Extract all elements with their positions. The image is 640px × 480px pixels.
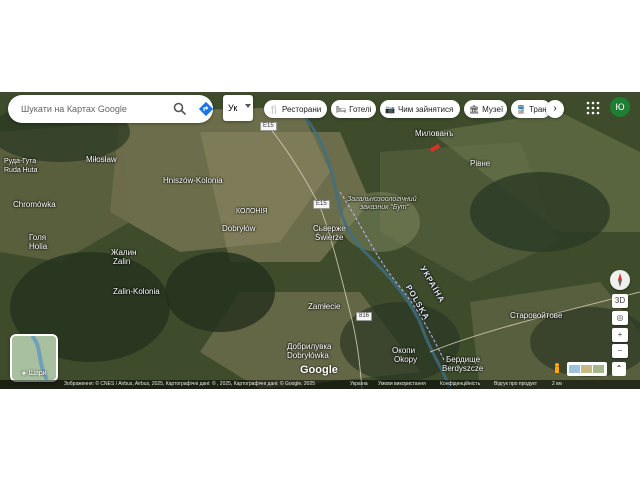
tilt-3d-button[interactable]: 3D bbox=[612, 294, 628, 308]
attribution-text: Зображення: © CNES / Airbus, Airbus, 202… bbox=[64, 381, 316, 387]
imagery-strip bbox=[569, 365, 604, 373]
feedback-link[interactable]: Відгук про продукт bbox=[494, 381, 537, 387]
road-shield: E15 bbox=[260, 122, 277, 131]
chip-restaurants[interactable]: 🍴 Ресторани bbox=[264, 100, 327, 118]
place-label[interactable]: Добрилувка bbox=[287, 342, 332, 351]
language-button[interactable]: Ук bbox=[223, 95, 253, 121]
place-label[interactable]: Zamłecie bbox=[308, 302, 340, 311]
place-label[interactable]: Голя bbox=[29, 233, 46, 242]
zoom-out-button[interactable]: − bbox=[612, 344, 628, 358]
zoom-in-button[interactable]: + bbox=[612, 328, 628, 342]
place-label[interactable]: Руда-Гута bbox=[4, 158, 36, 166]
chip-things-to-do[interactable]: 📷 Чим зайнятися bbox=[380, 100, 460, 118]
chip-label: Готелі bbox=[349, 104, 372, 114]
road-shield: E15 bbox=[313, 200, 330, 209]
fork-knife-icon: 🍴 bbox=[269, 104, 279, 114]
transit-icon: 🚆 bbox=[516, 104, 526, 114]
place-label[interactable]: Berdyszcze bbox=[442, 364, 483, 373]
camera-icon: 📷 bbox=[385, 104, 395, 114]
place-label[interactable]: Сьверже bbox=[313, 224, 346, 233]
compass-icon bbox=[618, 273, 622, 287]
chip-label: Ресторани bbox=[281, 104, 322, 114]
chevron-down-icon bbox=[245, 104, 251, 108]
compass-button[interactable] bbox=[610, 270, 630, 290]
place-label[interactable]: Dobryłówka bbox=[287, 351, 329, 360]
museum-icon: 🏛 bbox=[469, 104, 480, 114]
layers-button[interactable]: ◈ Шари bbox=[10, 334, 58, 382]
chevron-up-icon: ⌃ bbox=[615, 364, 623, 373]
search-box[interactable]: Шукати на Картах Google bbox=[8, 95, 214, 123]
place-label[interactable]: Świerże bbox=[315, 233, 343, 242]
apps-grid-icon[interactable] bbox=[586, 101, 600, 115]
chip-label: Чим зайнятися bbox=[397, 104, 454, 114]
expand-button[interactable]: ⌃ bbox=[612, 362, 626, 376]
pegman-icon[interactable] bbox=[551, 362, 563, 376]
place-label[interactable]: Милованъ bbox=[415, 129, 453, 138]
layers-label: Шари bbox=[28, 370, 47, 377]
attribution-bar: Зображення: © CNES / Airbus, Airbus, 202… bbox=[0, 380, 640, 389]
place-label[interactable]: Holia bbox=[29, 242, 47, 251]
imagery-thumbnails[interactable] bbox=[567, 362, 607, 376]
search-input[interactable]: Шукати на Картах Google bbox=[21, 104, 127, 114]
place-label[interactable]: Ruda Huta bbox=[4, 167, 37, 175]
chips-next-button[interactable]: › bbox=[546, 100, 564, 118]
place-label[interactable]: Бердище bbox=[446, 355, 480, 364]
privacy-link[interactable]: Конфіденційність bbox=[440, 381, 480, 387]
place-label[interactable]: Zalin bbox=[113, 257, 130, 266]
place-label[interactable]: Zalin-Kolonia bbox=[113, 287, 160, 296]
scale-label[interactable]: 2 км bbox=[552, 381, 562, 387]
chip-label: Музеї bbox=[482, 104, 504, 114]
place-label[interactable]: Hniszów-Kolonia bbox=[163, 176, 223, 185]
place-label[interactable]: Okopy bbox=[394, 355, 417, 364]
my-location-icon: ◎ bbox=[616, 313, 624, 322]
chip-museums[interactable]: 🏛 Музеї bbox=[464, 100, 507, 118]
language-label: Ук bbox=[228, 103, 238, 113]
chip-transit[interactable]: 🚆 Транс bbox=[511, 100, 551, 118]
search-icon[interactable] bbox=[172, 101, 188, 117]
place-label[interactable]: Chromówka bbox=[13, 200, 56, 209]
region-link[interactable]: Україна bbox=[350, 381, 368, 387]
terms-link[interactable]: Умови використання bbox=[378, 381, 426, 387]
place-label[interactable]: Жалин bbox=[111, 248, 136, 257]
satellite-map[interactable]: Руда-Гута Ruda Huta Miłosław Hniszów-Kol… bbox=[0, 92, 640, 389]
place-label[interactable]: Рівне bbox=[470, 159, 490, 168]
bed-icon: 🛏 bbox=[336, 104, 347, 114]
layers-icon: ◈ bbox=[21, 370, 27, 377]
place-label[interactable]: Старовойтове bbox=[510, 311, 562, 320]
place-label[interactable]: Miłosław bbox=[86, 155, 117, 164]
nature-reserve-label[interactable]: заказник "Бут" bbox=[360, 204, 409, 212]
google-logo: Google bbox=[300, 364, 338, 376]
account-avatar[interactable]: Ю bbox=[610, 97, 630, 117]
directions-icon[interactable] bbox=[198, 101, 214, 117]
chip-hotels[interactable]: 🛏 Готелі bbox=[331, 100, 376, 118]
place-label[interactable]: КОЛОНІЯ bbox=[236, 208, 267, 216]
chevron-right-icon: › bbox=[553, 103, 557, 114]
place-label[interactable]: Окопи bbox=[392, 346, 415, 355]
place-label[interactable]: Dobryłów bbox=[222, 224, 255, 233]
nature-reserve-label[interactable]: Загальнозоологічний bbox=[347, 196, 417, 204]
road-shield: 816 bbox=[356, 312, 373, 321]
my-location-button[interactable]: ◎ bbox=[612, 311, 628, 325]
